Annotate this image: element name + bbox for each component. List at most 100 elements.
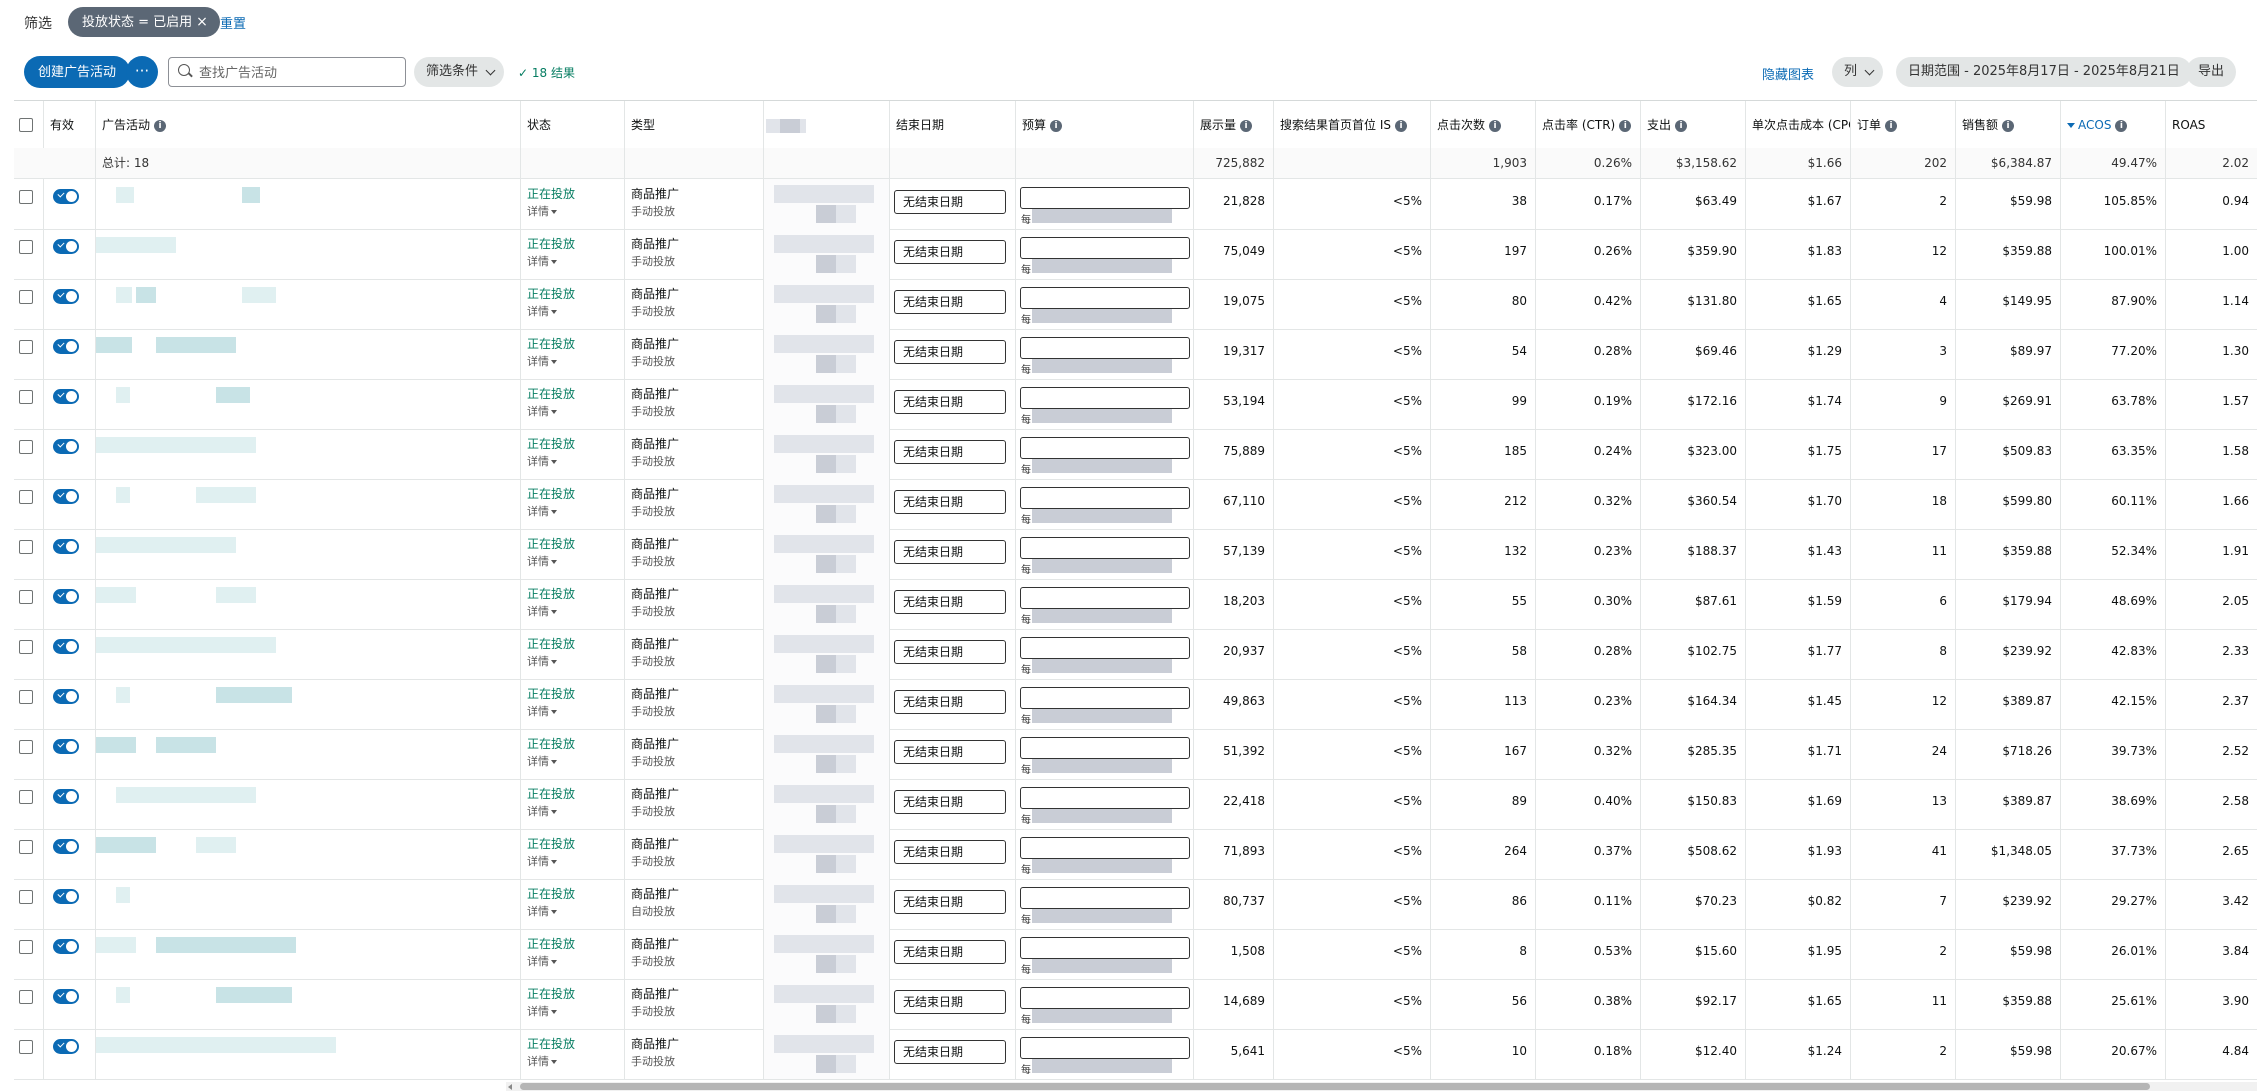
info-icon[interactable]: i — [2002, 119, 2015, 132]
active-toggle[interactable] — [53, 639, 79, 654]
row-checkbox[interactable] — [19, 840, 33, 854]
end-date-input[interactable]: 无结束日期 — [894, 340, 1006, 364]
scrollbar-thumb[interactable] — [520, 1083, 2150, 1090]
active-toggle[interactable] — [53, 1039, 79, 1054]
details-dropdown[interactable]: 详情 — [527, 253, 557, 269]
end-date-input[interactable]: 无结束日期 — [894, 940, 1006, 964]
header-cpc[interactable]: 单次点击成本 (CPC) — [1746, 101, 1851, 149]
campaign-name-redacted[interactable] — [96, 279, 521, 329]
budget-input[interactable] — [1020, 687, 1190, 709]
campaign-name-redacted[interactable] — [96, 179, 521, 229]
active-toggle[interactable] — [53, 589, 79, 604]
budget-input[interactable] — [1020, 437, 1190, 459]
header-spend[interactable]: 支出 i — [1641, 101, 1746, 149]
more-options-button[interactable]: ··· — [126, 56, 158, 88]
end-date-input[interactable]: 无结束日期 — [894, 490, 1006, 514]
end-date-input[interactable]: 无结束日期 — [894, 390, 1006, 414]
reset-filter-link[interactable]: 重置 — [220, 13, 246, 32]
search-box[interactable] — [168, 57, 406, 87]
active-toggle[interactable] — [53, 439, 79, 454]
info-icon[interactable]: i — [2115, 119, 2128, 132]
budget-input[interactable] — [1020, 787, 1190, 809]
header-campaign[interactable]: 广告活动 i — [96, 101, 521, 149]
end-date-input[interactable]: 无结束日期 — [894, 540, 1006, 564]
end-date-input[interactable]: 无结束日期 — [894, 590, 1006, 614]
info-icon[interactable]: i — [1675, 119, 1688, 132]
end-date-input[interactable]: 无结束日期 — [894, 790, 1006, 814]
info-icon[interactable]: i — [1240, 119, 1253, 132]
budget-input[interactable] — [1020, 737, 1190, 759]
select-all-checkbox[interactable] — [19, 118, 33, 132]
header-top-of-search-is[interactable]: 搜索结果首页首位 IS i — [1274, 101, 1431, 149]
campaign-name-redacted[interactable] — [96, 729, 521, 779]
info-icon[interactable]: i — [1619, 119, 1632, 132]
budget-input[interactable] — [1020, 887, 1190, 909]
active-toggle[interactable] — [53, 939, 79, 954]
info-icon[interactable]: i — [1394, 119, 1407, 132]
details-dropdown[interactable]: 详情 — [527, 753, 557, 769]
details-dropdown[interactable]: 详情 — [527, 203, 557, 219]
info-icon[interactable]: i — [154, 119, 167, 132]
budget-input[interactable] — [1020, 487, 1190, 509]
active-toggle[interactable] — [53, 689, 79, 704]
active-toggle[interactable] — [53, 339, 79, 354]
active-toggle[interactable] — [53, 839, 79, 854]
end-date-input[interactable]: 无结束日期 — [894, 690, 1006, 714]
campaign-name-redacted[interactable] — [96, 929, 521, 979]
active-toggle[interactable] — [53, 789, 79, 804]
details-dropdown[interactable]: 详情 — [527, 353, 557, 369]
details-dropdown[interactable]: 详情 — [527, 453, 557, 469]
row-checkbox[interactable] — [19, 440, 33, 454]
row-checkbox[interactable] — [19, 240, 33, 254]
budget-input[interactable] — [1020, 987, 1190, 1009]
end-date-input[interactable]: 无结束日期 — [894, 890, 1006, 914]
end-date-input[interactable]: 无结束日期 — [894, 240, 1006, 264]
row-checkbox[interactable] — [19, 640, 33, 654]
active-toggle[interactable] — [53, 889, 79, 904]
details-dropdown[interactable]: 详情 — [527, 1053, 557, 1069]
date-range-button[interactable]: 日期范围 - 2025年8月17日 - 2025年8月21日 — [1896, 57, 2192, 87]
end-date-input[interactable]: 无结束日期 — [894, 190, 1006, 214]
details-dropdown[interactable]: 详情 — [527, 903, 557, 919]
active-toggle[interactable] — [53, 239, 79, 254]
filter-conditions-dropdown[interactable]: 筛选条件 — [414, 57, 505, 87]
header-end-date[interactable]: 结束日期 — [890, 101, 1016, 149]
budget-input[interactable] — [1020, 187, 1190, 209]
details-dropdown[interactable]: 详情 — [527, 1003, 557, 1019]
header-budget[interactable]: 预算 i — [1016, 101, 1194, 149]
active-toggle[interactable] — [53, 389, 79, 404]
campaign-name-redacted[interactable] — [96, 429, 521, 479]
budget-input[interactable] — [1020, 537, 1190, 559]
search-input[interactable] — [197, 62, 401, 84]
info-icon[interactable]: i — [1489, 119, 1502, 132]
header-active[interactable]: 有效 — [44, 101, 96, 149]
scroll-left-icon[interactable] — [508, 1084, 512, 1090]
row-checkbox[interactable] — [19, 990, 33, 1004]
end-date-input[interactable]: 无结束日期 — [894, 440, 1006, 464]
row-checkbox[interactable] — [19, 340, 33, 354]
details-dropdown[interactable]: 详情 — [527, 503, 557, 519]
budget-input[interactable] — [1020, 937, 1190, 959]
hide-chart-link[interactable]: 隐藏图表 — [1762, 64, 1814, 83]
create-campaign-button[interactable]: 创建广告活动 — [24, 56, 131, 88]
row-checkbox[interactable] — [19, 190, 33, 204]
horizontal-scrollbar[interactable] — [506, 1082, 2257, 1091]
row-checkbox[interactable] — [19, 1040, 33, 1054]
row-checkbox[interactable] — [19, 790, 33, 804]
campaign-name-redacted[interactable] — [96, 629, 521, 679]
header-status[interactable]: 状态 — [521, 101, 625, 149]
header-ctr[interactable]: 点击率 (CTR) i — [1536, 101, 1641, 149]
campaign-name-redacted[interactable] — [96, 679, 521, 729]
active-toggle[interactable] — [53, 489, 79, 504]
details-dropdown[interactable]: 详情 — [527, 403, 557, 419]
row-checkbox[interactable] — [19, 390, 33, 404]
end-date-input[interactable]: 无结束日期 — [894, 740, 1006, 764]
info-icon[interactable]: i — [1050, 119, 1063, 132]
details-dropdown[interactable]: 详情 — [527, 803, 557, 819]
budget-input[interactable] — [1020, 837, 1190, 859]
active-toggle[interactable] — [53, 539, 79, 554]
header-impressions[interactable]: 展示量 i — [1194, 101, 1274, 149]
campaign-name-redacted[interactable] — [96, 879, 521, 929]
end-date-input[interactable]: 无结束日期 — [894, 990, 1006, 1014]
active-toggle[interactable] — [53, 289, 79, 304]
